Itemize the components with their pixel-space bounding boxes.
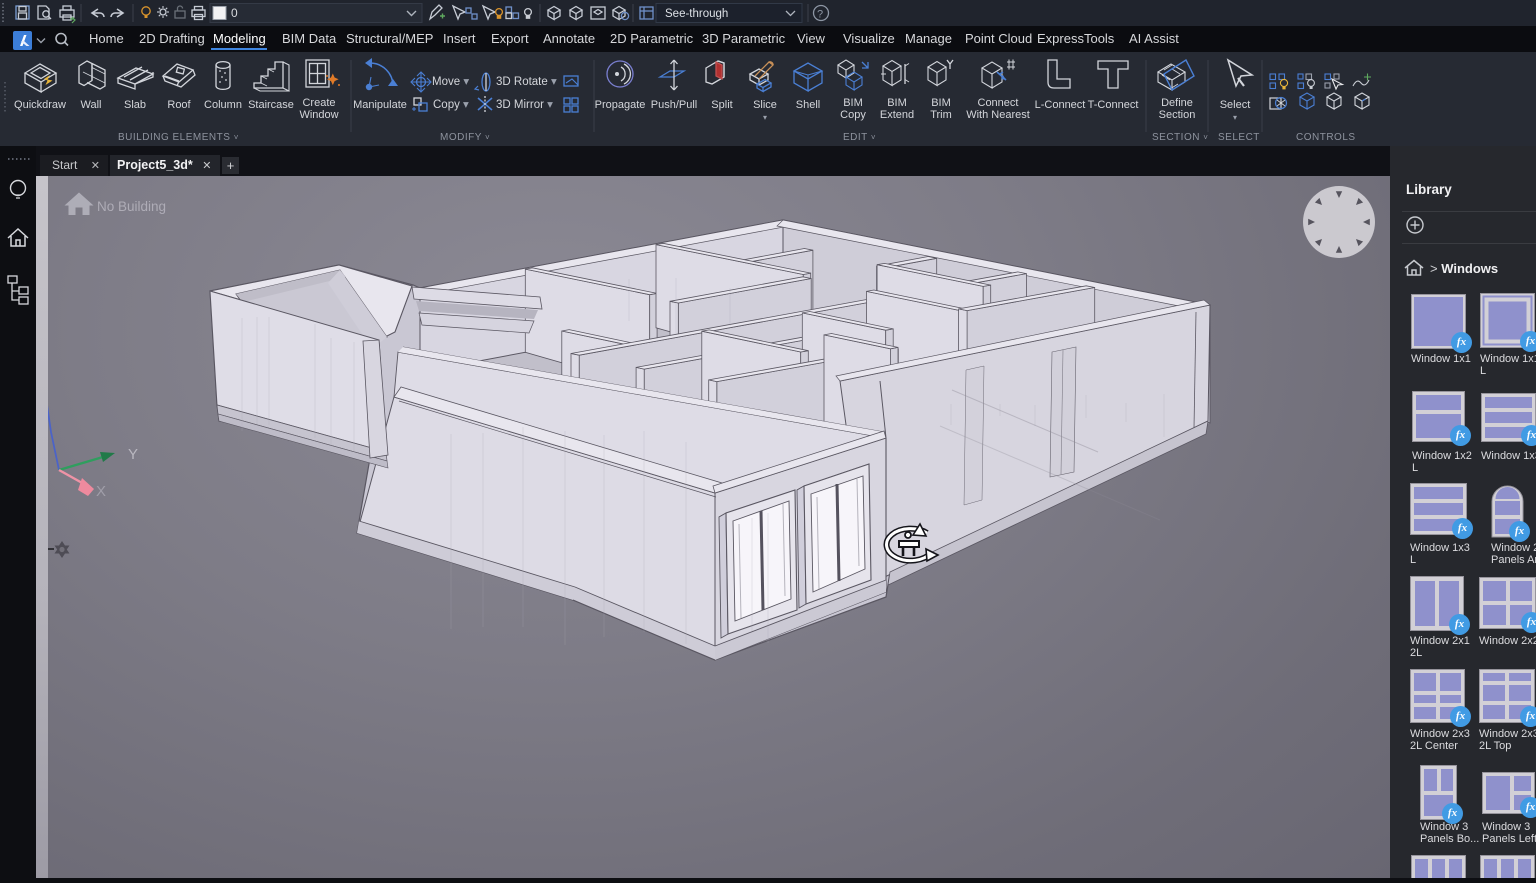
svg-text:?: ? bbox=[817, 9, 823, 21]
svg-text:0: 0 bbox=[231, 6, 238, 20]
svg-text:See-through: See-through bbox=[665, 8, 728, 20]
svg-text:X: X bbox=[96, 483, 106, 500]
svg-text:Y: Y bbox=[128, 446, 138, 463]
svg-text:No Building: No Building bbox=[97, 199, 166, 214]
